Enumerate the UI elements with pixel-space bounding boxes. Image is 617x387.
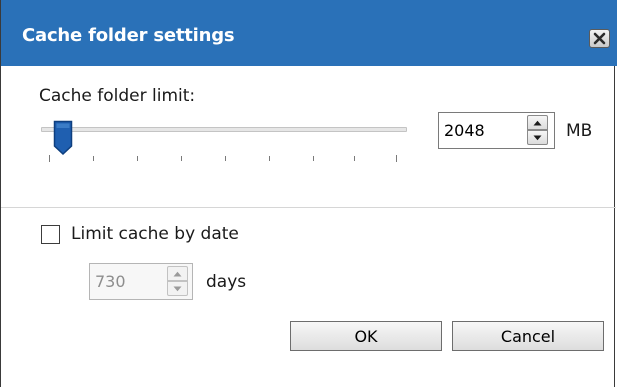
date-limit-decrement-button[interactable] <box>167 281 188 296</box>
date-limit-unit: days <box>206 272 247 292</box>
slider-tick <box>49 155 50 162</box>
limit-cache-by-date-label[interactable]: Limit cache by date <box>71 224 239 244</box>
cache-limit-increment-button[interactable] <box>527 115 548 130</box>
chevron-down-icon <box>173 286 182 291</box>
cache-limit-value[interactable]: 2048 <box>444 121 485 140</box>
section-divider <box>1 207 616 208</box>
slider-tick <box>313 156 314 161</box>
slider-tick <box>225 156 226 161</box>
slider-tick <box>93 156 94 161</box>
cache-limit-spinbox[interactable]: 2048 <box>438 112 555 149</box>
chevron-down-icon <box>533 135 542 140</box>
cache-limit-decrement-button[interactable] <box>527 130 548 145</box>
cache-folder-limit-label: Cache folder limit: <box>39 86 196 106</box>
chevron-up-icon <box>173 271 182 276</box>
slider-tick <box>137 156 138 161</box>
cancel-button[interactable]: Cancel <box>452 321 604 351</box>
slider-tick <box>181 156 182 161</box>
date-limit-increment-button[interactable] <box>167 266 188 281</box>
slider-tick <box>396 155 397 162</box>
dialog-title: Cache folder settings <box>22 25 235 46</box>
slider-tick <box>269 156 270 161</box>
slider-tick <box>354 156 355 161</box>
limit-cache-by-date-checkbox[interactable] <box>41 225 60 244</box>
ok-button[interactable]: OK <box>290 321 442 351</box>
date-limit-spinbox[interactable]: 730 <box>89 263 193 300</box>
close-icon <box>593 32 606 45</box>
cache-folder-settings-dialog: Cache folder settings Cache folder limit… <box>0 0 617 387</box>
close-button[interactable] <box>589 29 610 48</box>
cache-limit-unit: MB <box>566 121 593 141</box>
title-bar: Cache folder settings <box>1 0 617 66</box>
cache-limit-slider-thumb[interactable] <box>53 120 73 156</box>
chevron-up-icon <box>533 120 542 125</box>
date-limit-value[interactable]: 730 <box>95 272 126 291</box>
cache-limit-slider-track[interactable] <box>41 127 407 132</box>
